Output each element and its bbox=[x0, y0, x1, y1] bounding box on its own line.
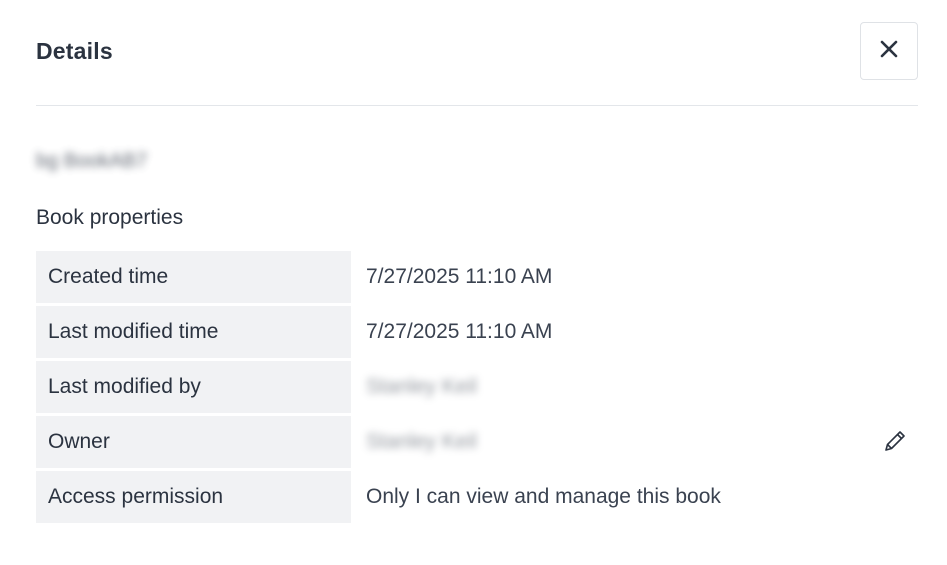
section-heading: Book properties bbox=[36, 206, 184, 229]
property-label: Last modified by bbox=[36, 361, 351, 413]
property-value: 7/27/2025 11:10 AM bbox=[366, 320, 553, 343]
property-value: Stanley Keil bbox=[366, 430, 477, 453]
panel-title: Details bbox=[36, 38, 113, 64]
property-row-access-permission: Access permission Only I can view and ma… bbox=[36, 471, 918, 526]
header-divider bbox=[36, 105, 918, 106]
property-value: 7/27/2025 11:10 AM bbox=[366, 265, 553, 288]
book-name: bg BookAB7 bbox=[36, 150, 148, 172]
property-row-last-modified-by: Last modified by Stanley Keil bbox=[36, 361, 918, 416]
property-value: Only I can view and manage this book bbox=[366, 485, 721, 508]
pencil-icon bbox=[882, 428, 908, 459]
property-row-created-time: Created time 7/27/2025 11:10 AM bbox=[36, 251, 918, 306]
property-label: Created time bbox=[36, 251, 351, 303]
property-row-owner: Owner Stanley Keil bbox=[36, 416, 918, 471]
property-label: Last modified time bbox=[36, 306, 351, 358]
panel-header: Details bbox=[36, 22, 918, 82]
close-icon bbox=[880, 40, 898, 63]
property-label: Owner bbox=[36, 416, 351, 468]
property-label: Access permission bbox=[36, 471, 351, 523]
properties-table: Created time 7/27/2025 11:10 AM Last mod… bbox=[36, 251, 918, 526]
edit-owner-button[interactable] bbox=[880, 428, 910, 458]
details-panel: Details bg BookAB7 Book properties Creat… bbox=[0, 0, 947, 565]
property-value: Stanley Keil bbox=[366, 375, 477, 398]
close-button[interactable] bbox=[860, 22, 918, 80]
property-row-last-modified-time: Last modified time 7/27/2025 11:10 AM bbox=[36, 306, 918, 361]
